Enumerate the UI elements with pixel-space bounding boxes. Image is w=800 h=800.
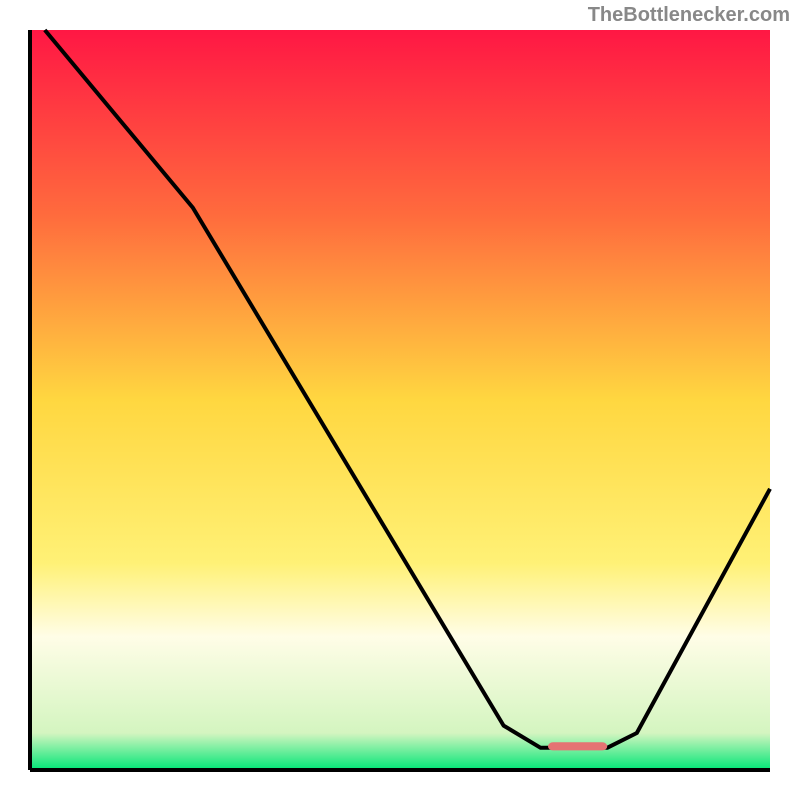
- bottleneck-chart: [0, 0, 800, 800]
- watermark-text: TheBottlenecker.com: [588, 4, 790, 27]
- plot-background: [30, 30, 770, 770]
- chart-container: TheBottlenecker.com: [0, 0, 800, 800]
- optimal-marker: [548, 742, 607, 750]
